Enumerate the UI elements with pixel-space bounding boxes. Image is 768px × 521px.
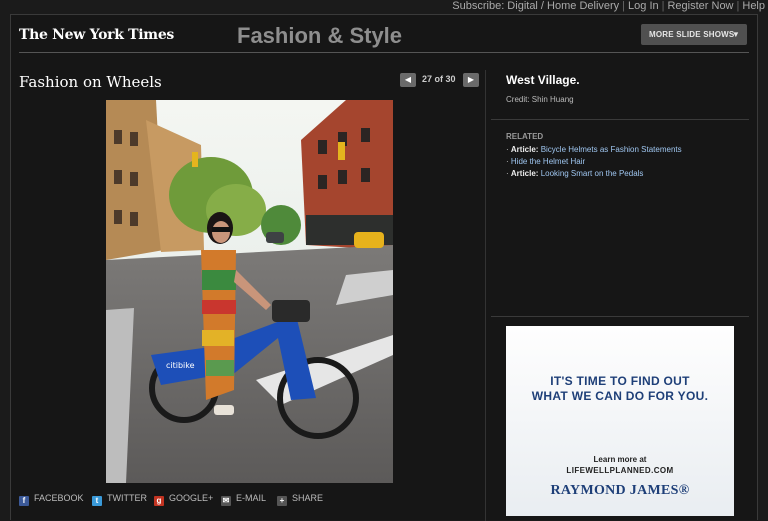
previous-slide-button[interactable]: ◀ xyxy=(400,73,416,87)
google-plus-icon: g xyxy=(154,496,164,506)
next-slide-button[interactable]: ▶ xyxy=(463,73,479,87)
related-prefix: Article: xyxy=(510,169,539,178)
share-facebook-button[interactable]: f FACEBOOK xyxy=(19,493,84,506)
help-link[interactable]: Help xyxy=(739,0,768,12)
share-google-plus-button[interactable]: g GOOGLE+ xyxy=(154,493,213,506)
share-label: TWITTER xyxy=(107,493,147,503)
share-icon: + xyxy=(277,496,287,506)
share-label: E-MAIL xyxy=(236,493,267,503)
sidebar-divider xyxy=(491,119,749,120)
chevron-down-icon: ▼ xyxy=(731,30,740,39)
related-link[interactable]: Bicycle Helmets as Fashion Statements xyxy=(541,145,682,154)
related-item: · Hide the Helmet Hair xyxy=(506,157,586,166)
share-label: FACEBOOK xyxy=(34,493,84,503)
sidebar-divider xyxy=(491,316,749,317)
bike-label: citibike xyxy=(166,361,195,370)
ad-headline-line: IT'S TIME TO FIND OUT xyxy=(550,374,690,388)
section-title[interactable]: Fashion & Style xyxy=(237,23,402,49)
header-divider xyxy=(19,52,749,53)
slide-counter: 27 of 30 xyxy=(422,74,456,84)
photo-credit: Credit: Shin Huang xyxy=(506,95,574,104)
slide-caption: West Village. xyxy=(506,73,580,87)
street-photo-illustration: citibike xyxy=(106,100,393,483)
column-divider xyxy=(485,70,486,521)
advertisement[interactable]: IT'S TIME TO FIND OUT WHAT WE CAN DO FOR… xyxy=(506,326,734,516)
nyt-logo[interactable]: The New York Times xyxy=(19,27,174,43)
ad-url[interactable]: LIFEWELLPLANNED.COM xyxy=(506,466,734,475)
register-link[interactable]: Register Now xyxy=(664,0,736,12)
email-icon: ✉ xyxy=(221,496,231,506)
more-slideshows-button[interactable]: MORE SLIDE SHOWS ▼ xyxy=(641,24,747,45)
share-email-button[interactable]: ✉ E-MAIL xyxy=(221,493,266,506)
related-link[interactable]: Looking Smart on the Pedals xyxy=(541,169,644,178)
slide-photo[interactable]: citibike xyxy=(106,100,393,483)
facebook-icon: f xyxy=(19,496,29,506)
related-item: · Article: Looking Smart on the Pedals xyxy=(506,169,644,178)
share-label: SHARE xyxy=(292,493,324,503)
related-link[interactable]: Hide the Helmet Hair xyxy=(511,157,585,166)
slideshow-title: Fashion on Wheels xyxy=(19,73,162,91)
twitter-icon: t xyxy=(92,496,102,506)
top-utility-bar: Subscribe: Digital / Home Delivery | Log I… xyxy=(0,0,768,14)
ad-brand-logo: RAYMOND JAMES® xyxy=(550,483,690,498)
related-prefix: Article: xyxy=(510,145,539,154)
ad-headline: IT'S TIME TO FIND OUT WHAT WE CAN DO FOR… xyxy=(506,374,734,404)
login-link[interactable]: Log In xyxy=(625,0,662,12)
share-more-button[interactable]: + SHARE xyxy=(277,493,323,506)
related-item: · Article: Bicycle Helmets as Fashion St… xyxy=(506,145,682,154)
slideshow-frame: The New York Times Fashion & Style MORE … xyxy=(10,14,758,521)
related-list: · Article: Bicycle Helmets as Fashion St… xyxy=(506,144,682,180)
related-heading: RELATED xyxy=(506,132,544,141)
ad-learn-more: Learn more at xyxy=(593,455,647,464)
share-twitter-button[interactable]: t TWITTER xyxy=(92,493,147,506)
more-slideshows-label: MORE SLIDE SHOWS xyxy=(649,30,735,39)
share-label: GOOGLE+ xyxy=(169,493,214,503)
ad-headline-line: WHAT WE CAN DO FOR YOU. xyxy=(531,389,709,403)
subscribe-link[interactable]: Subscribe: Digital / Home Delivery xyxy=(449,0,622,12)
